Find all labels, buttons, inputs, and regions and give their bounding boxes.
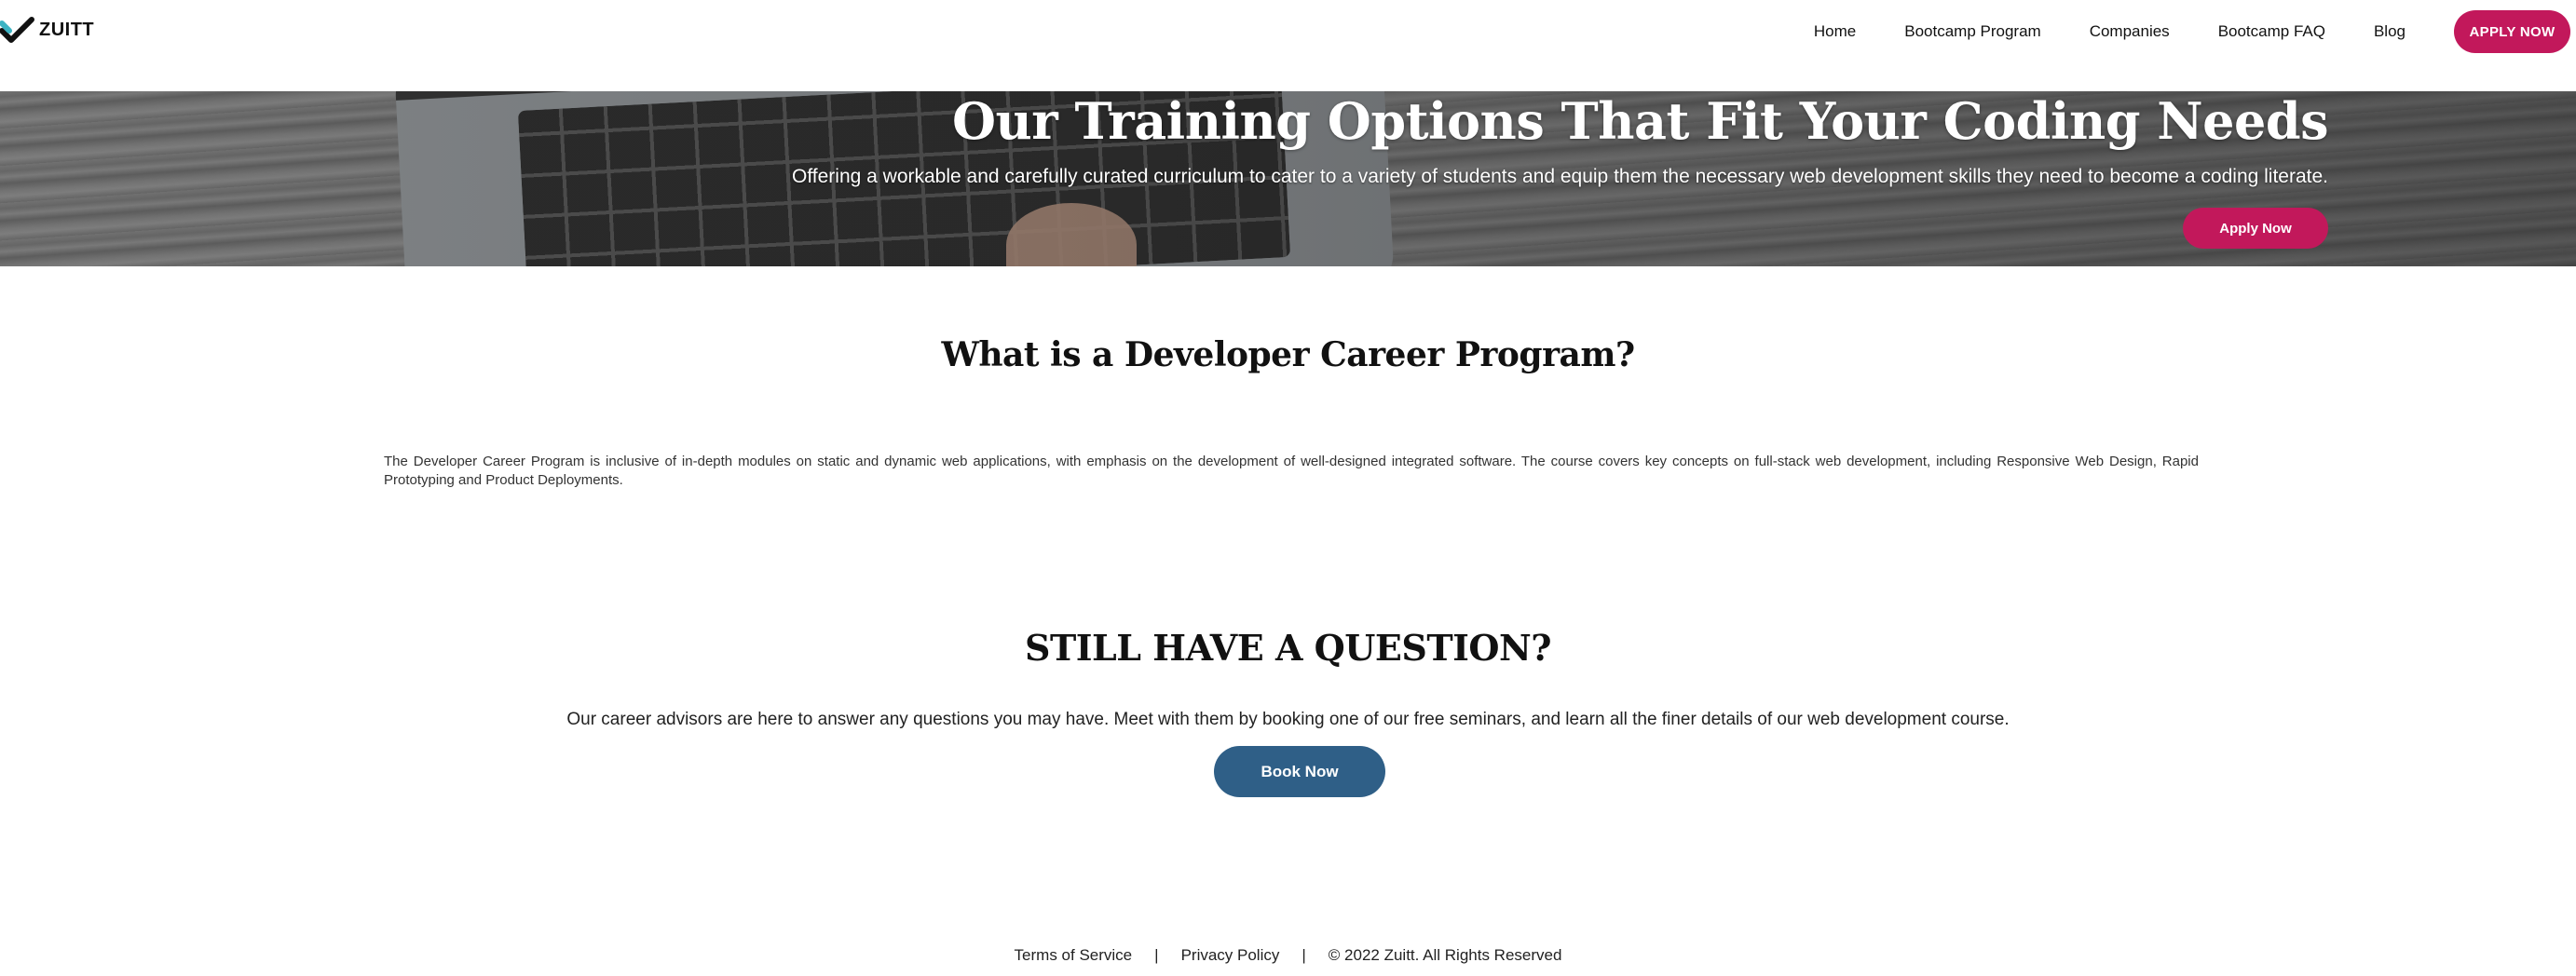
nav-link-companies[interactable]: Companies <box>2090 22 2170 41</box>
brand-name: ZUITT <box>39 19 95 40</box>
footer-separator: | <box>1302 946 1306 964</box>
privacy-policy-link[interactable]: Privacy Policy <box>1181 946 1280 965</box>
question-description: Our career advisors are here to answer a… <box>566 710 2010 729</box>
hero-title: Our Training Options That Fit Your Codin… <box>951 91 2329 151</box>
nav-link-home[interactable]: Home <box>1814 22 1856 41</box>
nav-link-blog[interactable]: Blog <box>2374 22 2406 41</box>
nav-link-bootcamp-program[interactable]: Bootcamp Program <box>1904 22 2040 41</box>
copyright-text: © 2022 Zuitt. All Rights Reserved <box>1328 946 1562 964</box>
question-title: STILL HAVE A QUESTION? <box>1025 627 1551 669</box>
footer: Terms of Service | Privacy Policy | © 20… <box>0 946 2576 965</box>
program-description: The Developer Career Program is inclusiv… <box>384 454 2199 488</box>
footer-separator: | <box>1154 946 1159 964</box>
nav-link-bootcamp-faq[interactable]: Bootcamp FAQ <box>2218 22 2325 41</box>
hero-subtitle: Offering a workable and carefully curate… <box>791 166 2328 187</box>
book-now-button[interactable]: Book Now <box>1214 746 1385 797</box>
brand-logo[interactable]: ZUITT <box>0 11 94 48</box>
program-title: What is a Developer Career Program? <box>941 335 1635 374</box>
terms-of-service-link[interactable]: Terms of Service <box>1015 946 1133 965</box>
zuitt-logo-icon <box>0 17 34 43</box>
hero-apply-now-button[interactable]: Apply Now <box>2183 208 2328 249</box>
hero-banner: Our Training Options That Fit Your Codin… <box>0 91 2576 266</box>
apply-now-nav-button[interactable]: APPLY NOW <box>2454 10 2570 53</box>
navbar: ZUITT Home Bootcamp Program Companies Bo… <box>0 0 2576 91</box>
nav-links: Home Bootcamp Program Companies Bootcamp… <box>1814 0 2576 63</box>
